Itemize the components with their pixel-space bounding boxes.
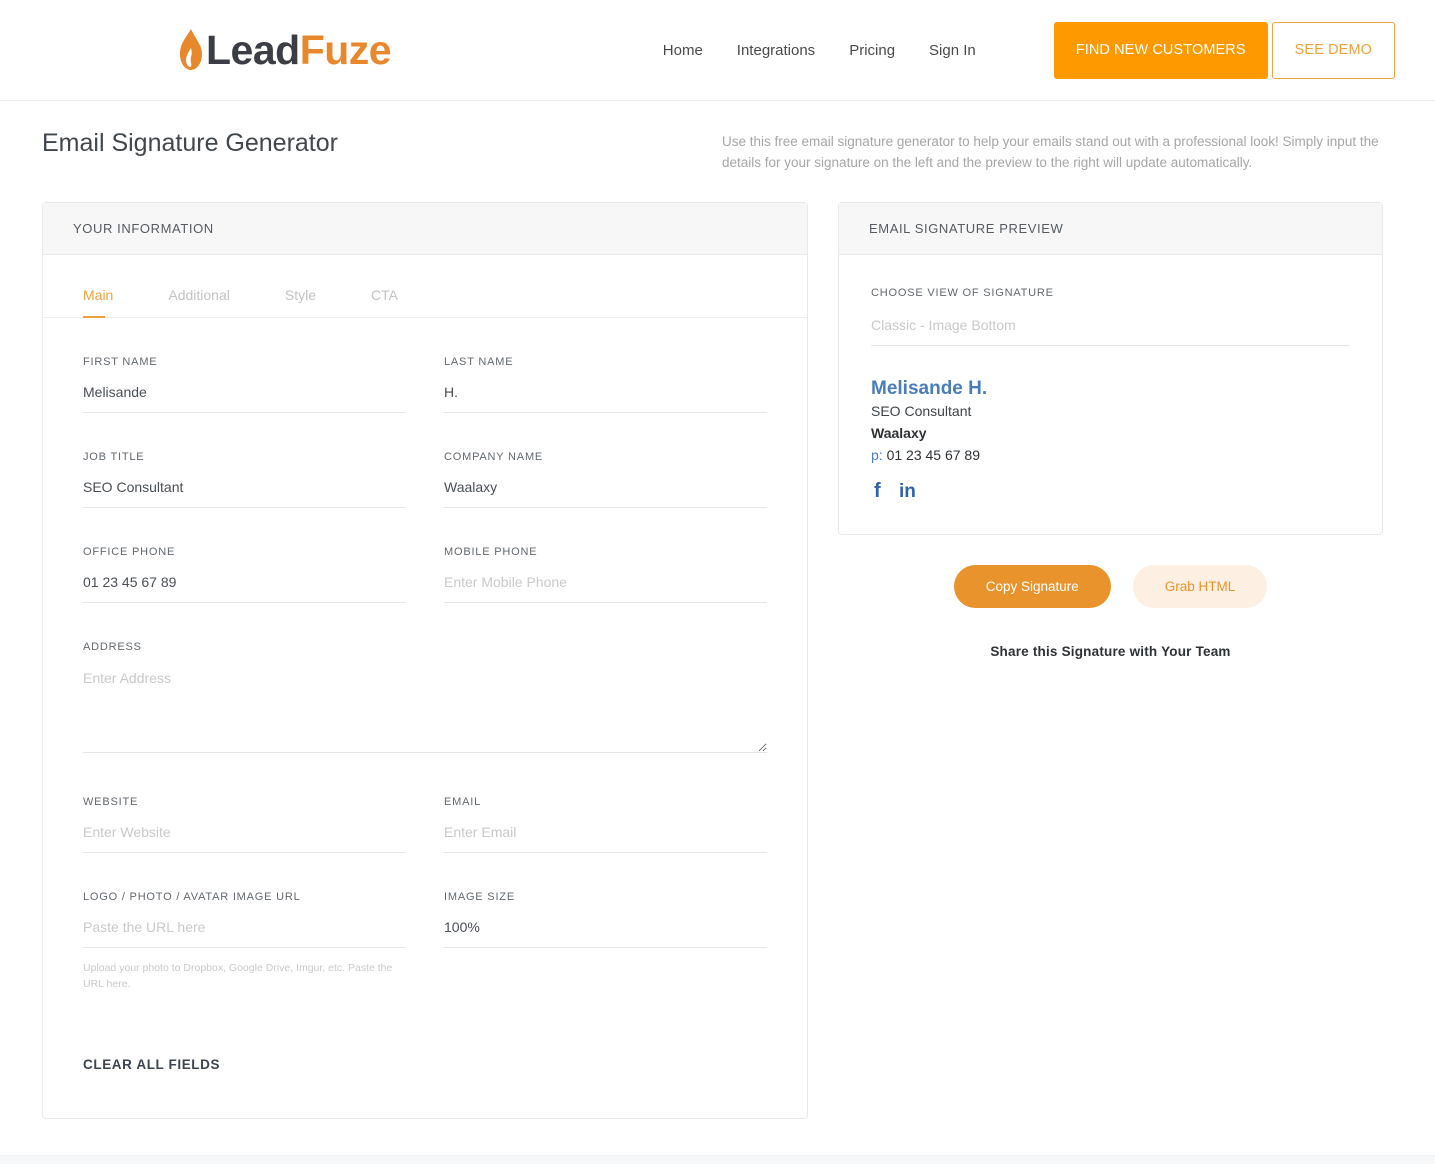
- mobile-phone-input[interactable]: [444, 574, 767, 603]
- signature-view-select[interactable]: Classic - Image Bottom: [871, 317, 1350, 346]
- logo-url-input[interactable]: [83, 919, 406, 948]
- first-name-label: FIRST NAME: [83, 356, 406, 368]
- svg-text:in: in: [899, 481, 916, 500]
- grab-html-button[interactable]: Grab HTML: [1133, 565, 1268, 608]
- signature-company: Waalaxy: [871, 423, 1350, 445]
- email-input[interactable]: [444, 824, 767, 853]
- nav-item-integrations[interactable]: Integrations: [720, 42, 832, 59]
- field-job-title: JOB TITLE: [83, 413, 406, 508]
- last-name-input[interactable]: [444, 384, 767, 413]
- signature-name: Melisande H.: [871, 376, 1350, 402]
- office-phone-input[interactable]: [83, 574, 406, 603]
- clear-all-fields-button[interactable]: CLEAR ALL FIELDS: [83, 1057, 220, 1072]
- site-header: LeadFuze Home Integrations Pricing Sign …: [0, 0, 1435, 101]
- office-phone-label: OFFICE PHONE: [83, 546, 406, 558]
- your-information-panel: YOUR INFORMATION Main Additional Style C…: [42, 202, 808, 1120]
- field-first-name: FIRST NAME: [83, 318, 406, 413]
- page-footer: [0, 1155, 1435, 1164]
- signature-phone: p: 01 23 45 67 89: [871, 445, 1350, 467]
- svg-text:f: f: [874, 480, 881, 500]
- field-website: WEBSITE: [83, 758, 406, 853]
- signature-phone-value: 01 23 45 67 89: [887, 447, 980, 463]
- form-row-address: ADDRESS: [83, 603, 767, 758]
- logo-url-label: LOGO / PHOTO / AVATAR IMAGE URL: [83, 891, 406, 903]
- preview-column: EMAIL SIGNATURE PREVIEW CHOOSE VIEW OF S…: [838, 202, 1383, 659]
- signature-social-links: f in: [871, 480, 1350, 500]
- logo-text-fuze: Fuze: [300, 27, 391, 73]
- signature-job-title: SEO Consultant: [871, 401, 1350, 423]
- page-title: Email Signature Generator: [42, 129, 722, 158]
- field-address: ADDRESS: [83, 603, 767, 758]
- field-office-phone: OFFICE PHONE: [83, 508, 406, 603]
- tab-additional[interactable]: Additional: [168, 287, 230, 317]
- form-body: FIRST NAME LAST NAME JOB TITLE COMPANY N…: [43, 318, 807, 993]
- linkedin-glyph: in: [899, 480, 920, 500]
- facebook-icon[interactable]: f: [871, 480, 887, 500]
- website-label: WEBSITE: [83, 796, 406, 808]
- signature-preview: Melisande H. SEO Consultant Waalaxy p: 0…: [871, 346, 1350, 500]
- website-input[interactable]: [83, 824, 406, 853]
- form-row-image: LOGO / PHOTO / AVATAR IMAGE URL Upload y…: [83, 853, 767, 993]
- tab-cta[interactable]: CTA: [371, 287, 398, 317]
- main-content: YOUR INFORMATION Main Additional Style C…: [0, 174, 1435, 1120]
- main-nav: Home Integrations Pricing Sign In: [646, 42, 993, 59]
- field-mobile-phone: MOBILE PHONE: [444, 508, 767, 603]
- form-row-names: FIRST NAME LAST NAME: [83, 318, 767, 413]
- email-signature-preview-panel: EMAIL SIGNATURE PREVIEW CHOOSE VIEW OF S…: [838, 202, 1383, 535]
- nav-item-pricing[interactable]: Pricing: [832, 42, 912, 59]
- form-tabs: Main Additional Style CTA: [43, 287, 807, 318]
- flame-icon: [178, 28, 204, 72]
- nav-item-sign-in[interactable]: Sign In: [912, 42, 993, 59]
- last-name-label: LAST NAME: [444, 356, 767, 368]
- form-row-job-company: JOB TITLE COMPANY NAME: [83, 413, 767, 508]
- email-label: EMAIL: [444, 796, 767, 808]
- first-name-input[interactable]: [83, 384, 406, 413]
- site-logo[interactable]: LeadFuze: [178, 28, 391, 72]
- logo-text: LeadFuze: [206, 30, 391, 71]
- company-name-input[interactable]: [444, 479, 767, 508]
- field-email: EMAIL: [444, 758, 767, 853]
- company-name-label: COMPANY NAME: [444, 451, 767, 463]
- choose-view-label: CHOOSE VIEW OF SIGNATURE: [871, 287, 1350, 299]
- field-last-name: LAST NAME: [444, 318, 767, 413]
- image-size-label: IMAGE SIZE: [444, 891, 767, 903]
- form-row-phones: OFFICE PHONE MOBILE PHONE: [83, 508, 767, 603]
- logo-url-help-text: Upload your photo to Dropbox, Google Dri…: [83, 960, 405, 993]
- your-information-header: YOUR INFORMATION: [43, 203, 807, 255]
- form-row-website-email: WEBSITE EMAIL: [83, 758, 767, 853]
- find-new-customers-button[interactable]: FIND NEW CUSTOMERS: [1054, 22, 1268, 79]
- preview-action-buttons: Copy Signature Grab HTML: [838, 565, 1383, 608]
- facebook-glyph: f: [871, 480, 887, 500]
- tab-style[interactable]: Style: [285, 287, 316, 317]
- image-size-input[interactable]: [444, 919, 767, 948]
- preview-header: EMAIL SIGNATURE PREVIEW: [839, 203, 1382, 255]
- preview-body: CHOOSE VIEW OF SIGNATURE Classic - Image…: [839, 255, 1382, 534]
- see-demo-button[interactable]: SEE DEMO: [1272, 22, 1395, 79]
- address-label: ADDRESS: [83, 641, 767, 653]
- clear-all-fields-row: CLEAR ALL FIELDS: [43, 992, 807, 1118]
- job-title-label: JOB TITLE: [83, 451, 406, 463]
- field-company-name: COMPANY NAME: [444, 413, 767, 508]
- job-title-input[interactable]: [83, 479, 406, 508]
- page-description: Use this free email signature generator …: [722, 129, 1382, 174]
- address-textarea[interactable]: [83, 669, 767, 753]
- copy-signature-button[interactable]: Copy Signature: [954, 565, 1111, 608]
- field-image-size: IMAGE SIZE: [444, 853, 767, 993]
- mobile-phone-label: MOBILE PHONE: [444, 546, 767, 558]
- page-title-row: Email Signature Generator Use this free …: [0, 101, 1435, 174]
- linkedin-icon[interactable]: in: [899, 480, 920, 500]
- field-logo-url: LOGO / PHOTO / AVATAR IMAGE URL Upload y…: [83, 853, 406, 993]
- nav-item-home[interactable]: Home: [646, 42, 720, 59]
- tab-main[interactable]: Main: [83, 287, 113, 317]
- logo-text-lead: Lead: [206, 27, 300, 73]
- header-nav-right: Home Integrations Pricing Sign In FIND N…: [646, 22, 1395, 79]
- signature-phone-label: p:: [871, 447, 883, 463]
- share-signature-text: Share this Signature with Your Team: [838, 644, 1383, 659]
